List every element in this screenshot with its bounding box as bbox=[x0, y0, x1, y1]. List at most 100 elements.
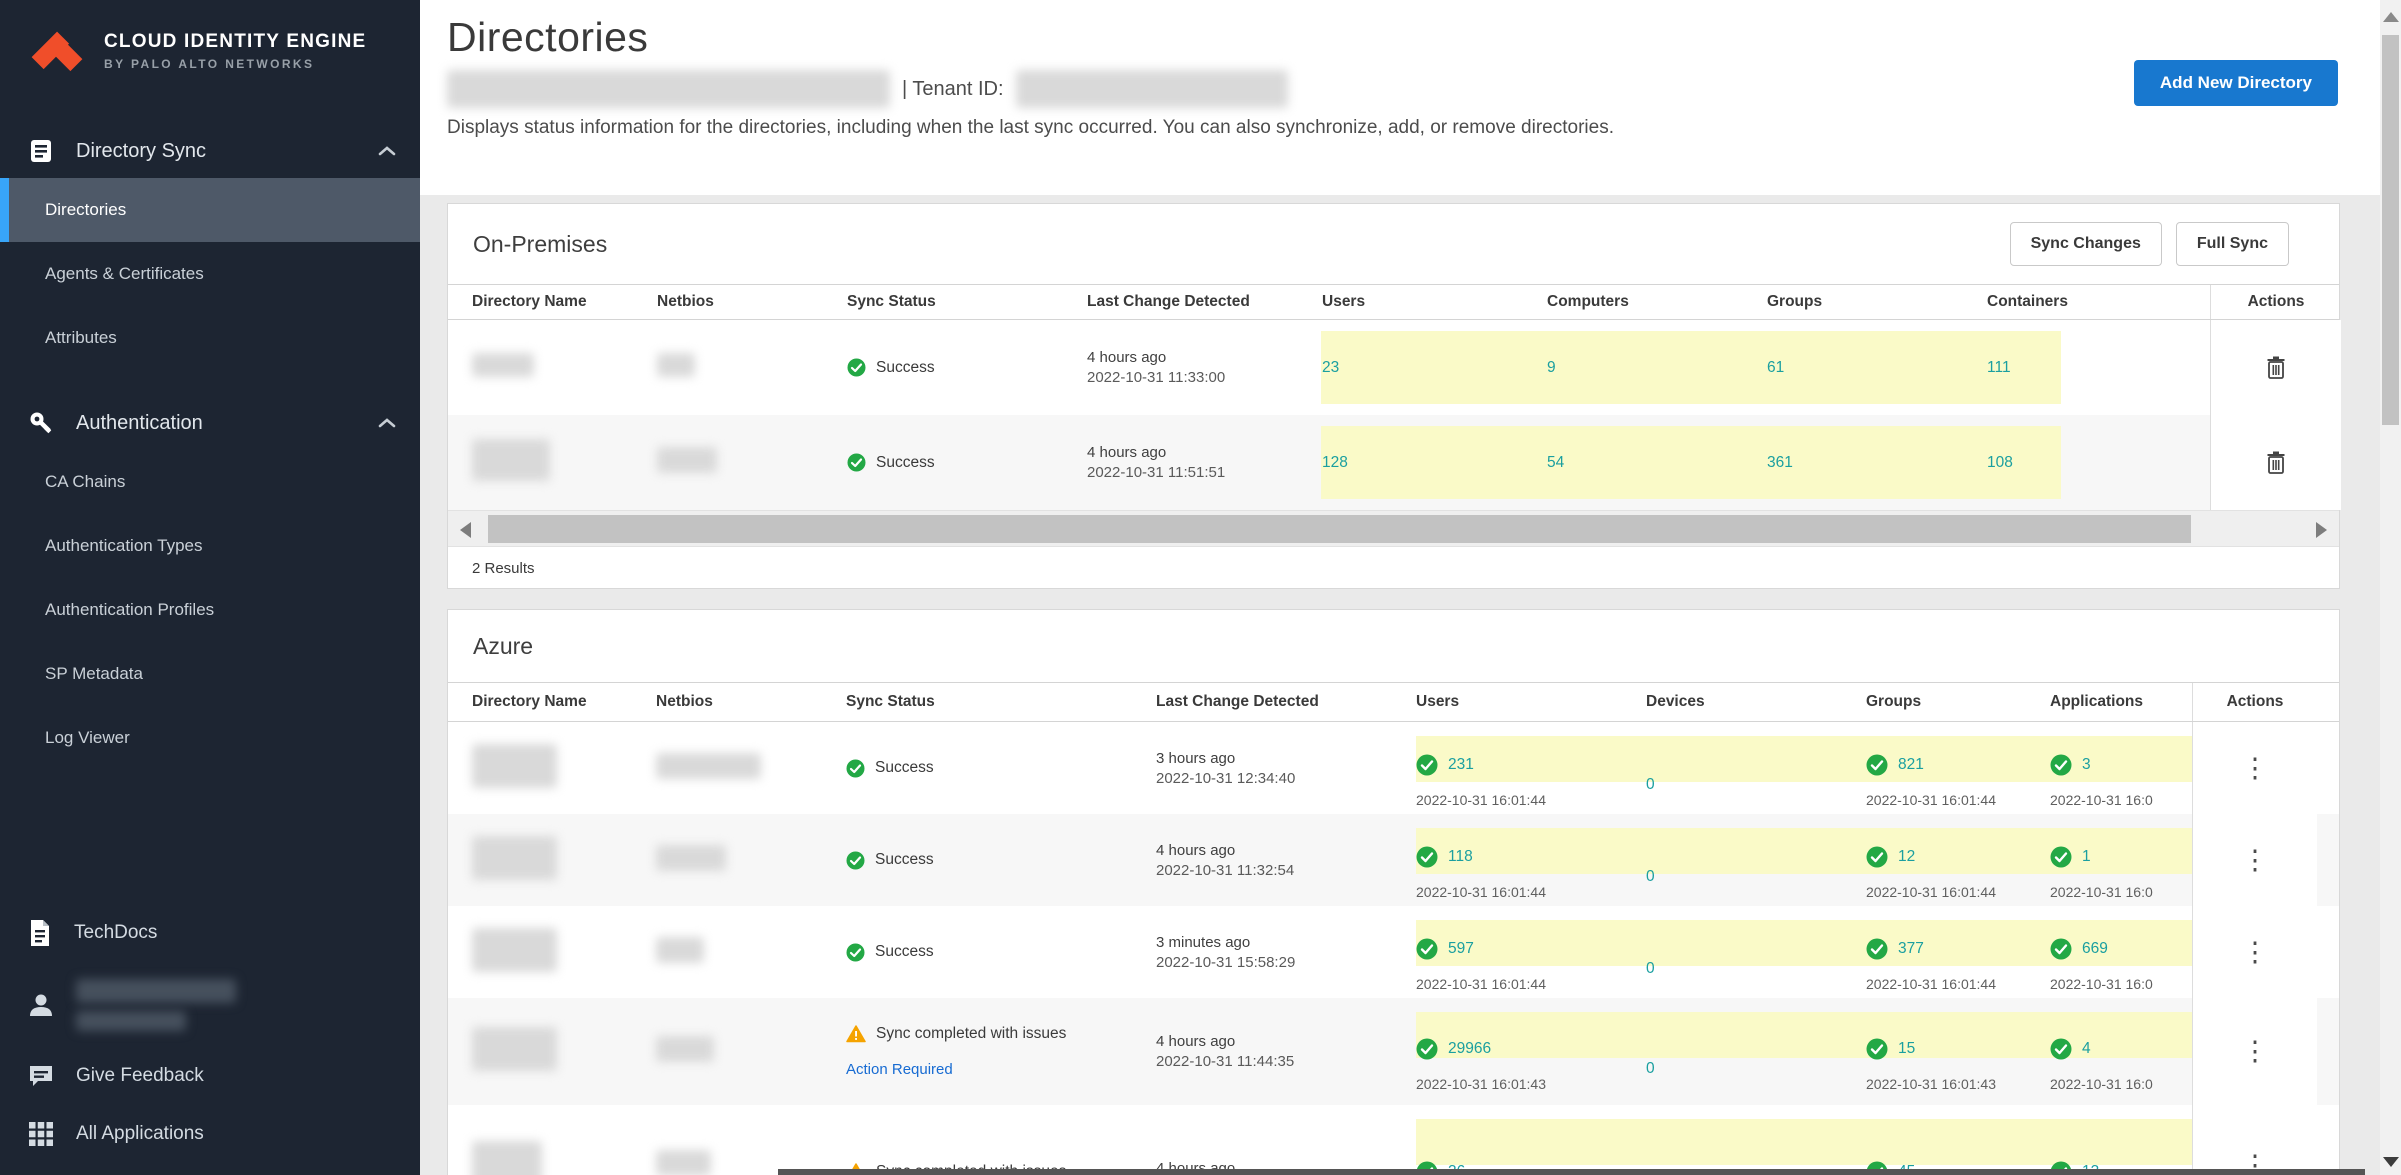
computers-count[interactable]: 54 bbox=[1523, 454, 1743, 472]
cloud-identity-engine-app: CLOUD IDENTITY ENGINE BY PALO ALTO NETWO… bbox=[0, 0, 2401, 1175]
users-count[interactable]: 29966 bbox=[1448, 1040, 1491, 1058]
kebab-menu-icon[interactable]: ⋮ bbox=[2242, 1038, 2269, 1065]
sync-changes-button[interactable]: Sync Changes bbox=[2010, 222, 2162, 266]
users-count[interactable]: 231 bbox=[1448, 756, 1474, 774]
directory-name-redacted bbox=[472, 928, 557, 972]
apps-grid-icon bbox=[28, 1121, 54, 1147]
chevron-up-icon[interactable] bbox=[378, 145, 396, 157]
app-logo: CLOUD IDENTITY ENGINE BY PALO ALTO NETWO… bbox=[0, 0, 420, 90]
last-change-relative: 4 hours ago bbox=[1156, 842, 1392, 859]
action-required-link[interactable]: Action Required bbox=[846, 1061, 1132, 1078]
containers-count[interactable]: 111 bbox=[1963, 359, 2210, 377]
groups-count[interactable]: 61 bbox=[1743, 359, 1963, 377]
sidebar-item-directories[interactable]: Directories bbox=[0, 178, 420, 242]
chevron-up-icon[interactable] bbox=[378, 417, 396, 429]
user-name-redacted bbox=[76, 979, 236, 1031]
sidebar-item-techdocs[interactable]: TechDocs bbox=[0, 903, 420, 963]
delete-trash-icon[interactable] bbox=[2266, 451, 2286, 475]
sidebar-item-all-applications[interactable]: All Applications bbox=[0, 1105, 420, 1163]
sidebar-item-give-feedback[interactable]: Give Feedback bbox=[0, 1047, 420, 1105]
nav-group-directory-sync[interactable]: Directory Sync bbox=[0, 124, 420, 178]
directory-name-redacted bbox=[472, 353, 534, 377]
users-count[interactable]: 128 bbox=[1298, 454, 1523, 472]
sidebar-item-agents-certificates[interactable]: Agents & Certificates bbox=[0, 242, 420, 306]
scroll-left-arrow-icon[interactable] bbox=[460, 522, 471, 538]
devices-count[interactable]: 0 bbox=[1646, 868, 1655, 886]
nav-group-authentication[interactable]: Authentication bbox=[0, 396, 420, 450]
last-change-time: 2022-10-31 11:32:54 bbox=[1156, 862, 1392, 879]
vertical-scrollbar[interactable] bbox=[2380, 0, 2401, 1175]
kebab-menu-icon[interactable]: ⋮ bbox=[2242, 847, 2269, 874]
status-text: Success bbox=[875, 943, 934, 961]
azure-panel: Azure Directory Name Netbios Sync Status… bbox=[447, 609, 2340, 1175]
col-directory-name: Directory Name bbox=[448, 293, 633, 311]
sync-status: Success bbox=[822, 851, 1132, 870]
status-text: Success bbox=[875, 759, 934, 777]
last-change-time: 2022-10-31 15:58:29 bbox=[1156, 954, 1392, 971]
users-count[interactable]: 118 bbox=[1448, 848, 1473, 866]
users-sync-time: 2022-10-31 16:01:44 bbox=[1416, 884, 1622, 900]
col-users: Users bbox=[1392, 693, 1622, 711]
users-sync-time: 2022-10-31 16:01:43 bbox=[1416, 1076, 1622, 1092]
sidebar-item-attributes[interactable]: Attributes bbox=[0, 306, 420, 370]
key-icon bbox=[28, 410, 54, 436]
applications-count[interactable]: 1 bbox=[2082, 848, 2091, 866]
kebab-menu-icon[interactable]: ⋮ bbox=[2242, 755, 2269, 782]
user-icon bbox=[28, 992, 54, 1018]
scroll-up-arrow-icon[interactable] bbox=[2383, 12, 2399, 22]
success-check-icon bbox=[2050, 846, 2072, 868]
col-netbios: Netbios bbox=[633, 293, 823, 311]
devices-count[interactable]: 0 bbox=[1646, 960, 1655, 978]
applications-count[interactable]: 3 bbox=[2082, 756, 2091, 774]
on-premises-horizontal-scrollbar[interactable] bbox=[448, 510, 2339, 546]
azure-table-header: Directory Name Netbios Sync Status Last … bbox=[448, 682, 2339, 722]
kebab-menu-icon[interactable]: ⋮ bbox=[2242, 939, 2269, 966]
scrollbar-thumb[interactable] bbox=[2382, 35, 2399, 425]
sidebar-item-label: CA Chains bbox=[45, 472, 125, 492]
success-check-icon bbox=[1866, 846, 1888, 868]
users-count[interactable]: 597 bbox=[1448, 940, 1474, 958]
groups-count[interactable]: 821 bbox=[1898, 756, 1924, 774]
sidebar-item-sp-metadata[interactable]: SP Metadata bbox=[0, 642, 420, 706]
techdocs-label: TechDocs bbox=[74, 922, 157, 944]
groups-count[interactable]: 361 bbox=[1743, 454, 1963, 472]
netbios-redacted bbox=[656, 753, 761, 779]
actions-cell: ⋮ bbox=[2192, 1105, 2317, 1175]
computers-count[interactable]: 9 bbox=[1523, 359, 1743, 377]
status-text: Sync completed with issues bbox=[876, 1025, 1066, 1043]
success-check-icon bbox=[1866, 754, 1888, 776]
groups-count[interactable]: 377 bbox=[1898, 940, 1924, 958]
sidebar-item-log-viewer[interactable]: Log Viewer bbox=[0, 706, 420, 770]
horizontal-scrollbar-thumb[interactable] bbox=[778, 1169, 2365, 1175]
table-row: Success 3 hours ago 2022-10-31 12:34:40 … bbox=[448, 722, 2339, 814]
delete-trash-icon[interactable] bbox=[2266, 356, 2286, 380]
netbios-redacted bbox=[656, 845, 726, 871]
sidebar-item-authentication-profiles[interactable]: Authentication Profiles bbox=[0, 578, 420, 642]
success-check-icon bbox=[1866, 938, 1888, 960]
scroll-down-arrow-icon[interactable] bbox=[2383, 1157, 2399, 1167]
success-check-icon bbox=[2050, 754, 2072, 776]
applications-count[interactable]: 4 bbox=[2082, 1040, 2091, 1058]
success-check-icon bbox=[846, 943, 865, 962]
groups-count[interactable]: 15 bbox=[1898, 1040, 1915, 1058]
devices-count[interactable]: 0 bbox=[1646, 1060, 1655, 1078]
logo-title: CLOUD IDENTITY ENGINE bbox=[104, 31, 366, 53]
scrollbar-thumb[interactable] bbox=[488, 515, 2191, 543]
applications-count[interactable]: 669 bbox=[2082, 940, 2108, 958]
scroll-right-arrow-icon[interactable] bbox=[2316, 522, 2327, 538]
groups-count[interactable]: 12 bbox=[1898, 848, 1915, 866]
containers-count[interactable]: 108 bbox=[1963, 454, 2210, 472]
add-new-directory-button[interactable]: Add New Directory bbox=[2134, 60, 2338, 106]
col-sync-status: Sync Status bbox=[822, 693, 1132, 711]
col-netbios: Netbios bbox=[632, 693, 822, 711]
col-sync-status: Sync Status bbox=[823, 293, 1063, 311]
users-count[interactable]: 23 bbox=[1298, 359, 1523, 377]
book-icon bbox=[28, 138, 54, 164]
table-row: Sync completed with issues Action Requir… bbox=[448, 998, 2339, 1105]
sidebar-item-authentication-types[interactable]: Authentication Types bbox=[0, 514, 420, 578]
devices-count[interactable]: 0 bbox=[1646, 776, 1655, 794]
full-sync-button[interactable]: Full Sync bbox=[2176, 222, 2289, 266]
sidebar-item-ca-chains[interactable]: CA Chains bbox=[0, 450, 420, 514]
sidebar-user[interactable] bbox=[0, 963, 420, 1047]
chat-icon bbox=[28, 1063, 54, 1089]
